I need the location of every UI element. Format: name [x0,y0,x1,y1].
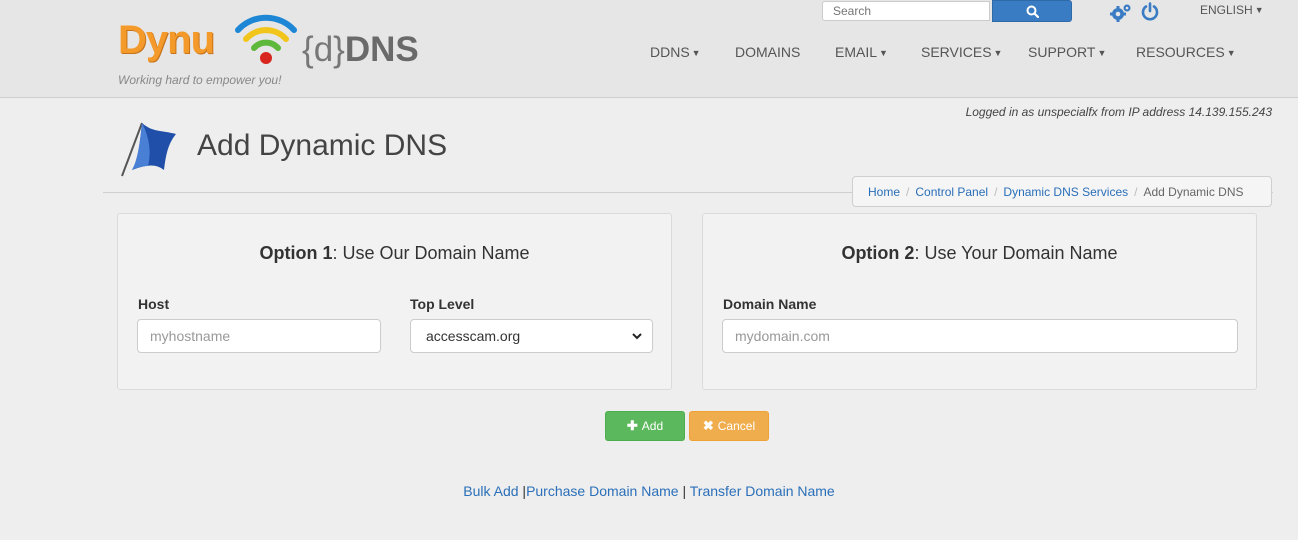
top-level-select[interactable]: accesscam.org [410,319,653,353]
nav-item-domains[interactable]: DOMAINS [735,44,800,60]
footer-links: Bulk Add |Purchase Domain Name | Transfe… [0,483,1298,499]
flag-icon [121,122,176,177]
domain-name-input[interactable]: mydomain.com [722,319,1238,353]
option1-panel: Option 1: Use Our Domain Name Host myhos… [117,213,672,390]
breadcrumb-current: Add Dynamic DNS [1143,184,1244,199]
plus-icon: ✚ [626,418,638,433]
breadcrumb-separator: / [1134,184,1138,199]
power-icon[interactable] [1141,2,1159,21]
add-button[interactable]: ✚ Add [605,411,685,441]
search-icon [1026,5,1039,18]
wifi-logo-icon [235,14,297,64]
option1-heading: Option 1: Use Our Domain Name [259,243,530,263]
nav-item-services[interactable]: SERVICES ▼ [921,44,1002,60]
nav-item-resources[interactable]: RESOURCES ▼ [1136,44,1236,60]
chevron-down-icon: ▼ [1226,48,1236,58]
purchase-domain-link[interactable]: Purchase Domain Name [526,483,679,499]
option2-panel: Option 2: Use Your Domain Name Domain Na… [702,213,1257,390]
language-label: ENGLISH [1200,3,1253,17]
nav-item-email[interactable]: EMAIL ▼ [835,44,888,60]
login-status: Logged in as unspecialfx from IP address… [965,105,1272,119]
chevron-down-icon: ▼ [879,48,888,58]
search-button[interactable] [992,0,1072,22]
breadcrumb-home[interactable]: Home [868,185,900,199]
close-icon: ✖ [702,418,714,433]
cancel-button[interactable]: ✖ Cancel [689,411,769,441]
page-title: Add Dynamic DNS [197,129,448,162]
domain-name-label: Domain Name [723,296,817,312]
breadcrumb: Home / Control Panel / Dynamic DNS Servi… [852,176,1272,207]
add-button-label: Add [641,419,664,433]
logo-ddns-curly: {d} [302,30,345,69]
chevron-down-icon: ▼ [1254,5,1264,15]
breadcrumb-control-panel[interactable]: Control Panel [915,185,988,199]
chevron-down-icon: ▼ [1097,48,1107,58]
cancel-button-label: Cancel [717,419,756,433]
option2-heading: Option 2: Use Your Domain Name [841,243,1118,263]
breadcrumb-separator: / [994,184,998,199]
logo-text[interactable]: Dynu [118,18,215,63]
top-level-value: accesscam.org [426,328,521,344]
top-level-label: Top Level [410,296,475,312]
tagline: Working hard to empower you! [118,73,282,87]
search-input[interactable] [822,1,990,21]
site-header: Dynu {d}DNS Working hard to empower you!… [0,0,1298,98]
chevron-down-icon: ▼ [993,48,1003,58]
gear-icon[interactable] [1110,3,1132,23]
nav-item-ddns[interactable]: DDNS ▼ [650,44,701,60]
breadcrumb-separator: / [906,184,910,199]
nav-item-support[interactable]: SUPPORT ▼ [1028,44,1106,60]
language-selector[interactable]: ENGLISH ▼ [1200,3,1264,17]
chevron-down-icon: ▼ [691,48,701,58]
breadcrumb-dynamic-dns-services[interactable]: Dynamic DNS Services [1003,185,1128,199]
bulk-add-link[interactable]: Bulk Add [463,483,518,499]
host-input[interactable]: myhostname [137,319,381,353]
chevron-down-icon [632,332,642,339]
logo-ddns-bold: DNS [344,30,419,69]
link-separator: | [682,483,687,499]
transfer-domain-link[interactable]: Transfer Domain Name [690,483,835,499]
logo-ddns: {d}DNS [302,30,419,70]
host-label: Host [138,296,170,312]
